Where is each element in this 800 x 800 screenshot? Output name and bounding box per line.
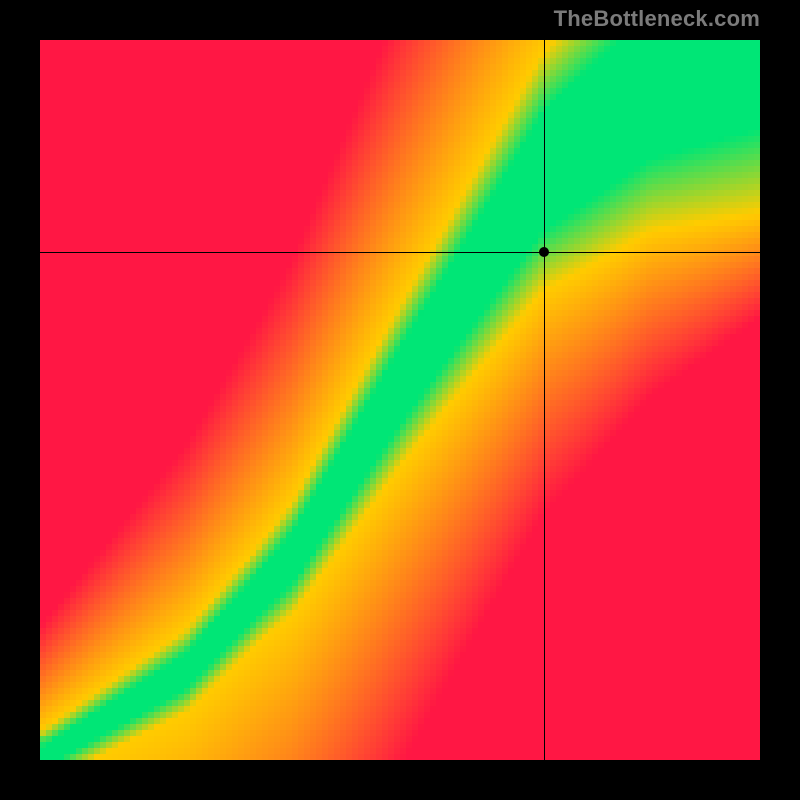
chart-frame: TheBottleneck.com <box>0 0 800 800</box>
watermark-text: TheBottleneck.com <box>554 6 760 32</box>
heatmap-canvas <box>40 40 760 760</box>
plot-area <box>40 40 760 760</box>
